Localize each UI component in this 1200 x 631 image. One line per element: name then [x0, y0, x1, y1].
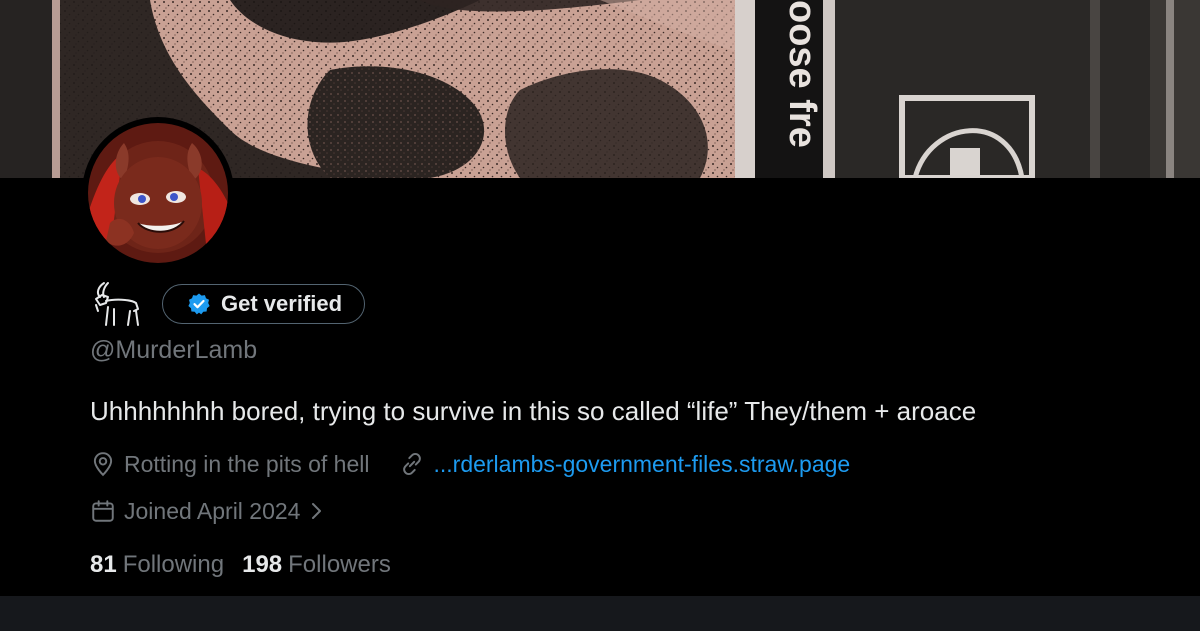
profile-joined[interactable]: Joined April 2024 — [90, 493, 324, 529]
link-icon — [403, 452, 422, 476]
followers-count: 198 — [242, 551, 283, 578]
profile-bio: Uhhhhhhhh bored, trying to survive in th… — [90, 396, 977, 426]
profile-meta-row: Rotting in the pits of hell ...rderlambs… — [90, 446, 850, 482]
tab-bar-area — [0, 596, 1200, 631]
goat-icon — [95, 282, 139, 326]
profile-website[interactable]: ...rderlambs-government-files.straw.page — [399, 451, 850, 478]
followers-stat[interactable]: 198 Followers — [242, 551, 391, 579]
profile-handle: @MurderLamb — [90, 336, 258, 364]
following-stat[interactable]: 81 Following — [90, 551, 224, 579]
display-name — [90, 279, 148, 329]
profile-location: Rotting in the pits of hell — [90, 451, 369, 478]
get-verified-label: Get verified — [221, 291, 343, 316]
profile-avatar[interactable] — [82, 117, 234, 269]
devil-goat-avatar-icon — [88, 123, 228, 263]
location-text: Rotting in the pits of hell — [124, 450, 370, 477]
following-label: Following — [122, 551, 225, 578]
banner-sign-text: oose fre — [781, 0, 823, 148]
location-pin-icon — [93, 452, 113, 477]
calendar-icon — [92, 500, 114, 522]
followers-label: Followers — [288, 551, 391, 578]
get-verified-button[interactable]: Get verified — [162, 284, 366, 324]
following-count: 81 — [90, 551, 117, 578]
chevron-right-icon — [312, 503, 322, 519]
website-link[interactable]: ...rderlambs-government-files.straw.page — [433, 451, 850, 478]
profile-stats: 81 Following 198 Followers — [90, 547, 409, 583]
joined-text: Joined April 2024 — [124, 497, 301, 524]
name-row: Get verified — [90, 278, 366, 330]
verified-badge-icon — [187, 292, 211, 316]
